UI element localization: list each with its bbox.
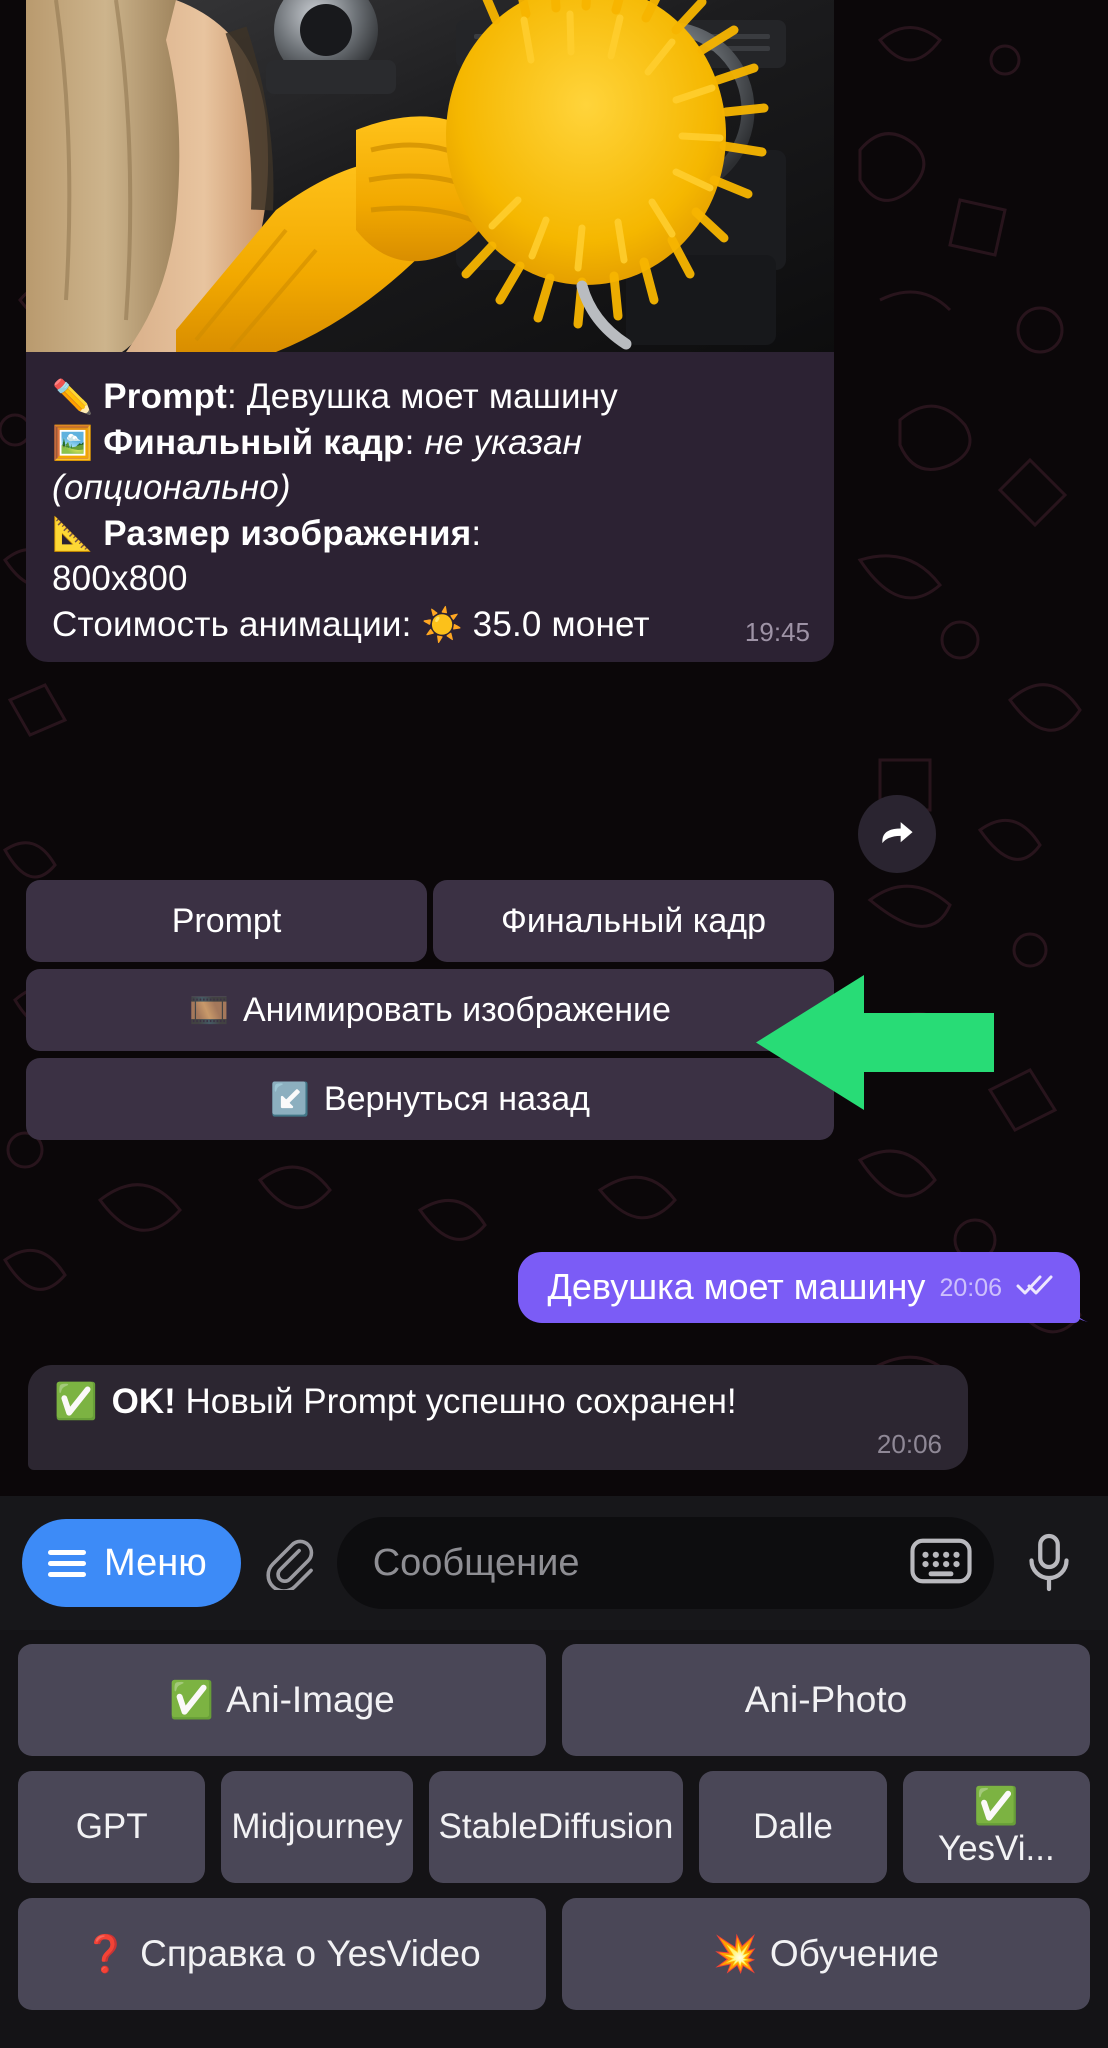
- cost-label: Стоимость анимации:: [52, 604, 412, 644]
- reply-keyboard: ✅ Ani-Image Ani-Photo GPT Midjourney Sta…: [0, 1630, 1108, 2048]
- user-message-bubble[interactable]: Девушка моет машину 20:06: [517, 1252, 1088, 1324]
- reply-button-stablediffusion-label: StableDiffusion: [438, 1807, 674, 1847]
- reply-button-ani-image-label: Ani-Image: [226, 1679, 395, 1721]
- user-message-text: Девушка моет машину: [547, 1266, 926, 1307]
- framed-picture-icon: 🖼️: [52, 423, 94, 461]
- confirmation-rest: Новый Prompt успешно сохранен!: [175, 1382, 737, 1421]
- reply-keyboard-row-1: ✅ Ani-Image Ani-Photo: [18, 1644, 1090, 1756]
- user-message-time: 20:06: [939, 1274, 1002, 1303]
- final-frame-label: Финальный кадр: [103, 422, 405, 462]
- reply-button-dalle[interactable]: Dalle: [699, 1771, 887, 1883]
- forward-button[interactable]: [858, 795, 936, 873]
- inline-keyboard: Prompt Финальный кадр 🎞️ Анимировать изо…: [26, 880, 834, 1147]
- reply-button-midjourney[interactable]: Midjourney: [221, 1771, 413, 1883]
- message-input-field[interactable]: Сообщение: [336, 1517, 994, 1609]
- prompt-line: ✏️ Prompt: Девушка моет машину: [52, 374, 808, 420]
- question-mark-icon: ❓: [83, 1932, 129, 1974]
- generated-photo[interactable]: [26, 0, 834, 352]
- confirmation-message-bubble[interactable]: ✅ OK! Новый Prompt успешно сохранен! 20:…: [28, 1365, 968, 1470]
- reply-button-training-label: Обучение: [769, 1933, 940, 1975]
- check-mark-button-icon: ✅: [54, 1382, 98, 1421]
- paperclip-icon: [266, 1539, 313, 1590]
- confirmation-message-time: 20:06: [876, 1429, 942, 1459]
- inline-keyboard-row-3: ↙️ Вернуться назад: [26, 1058, 834, 1140]
- sun-icon: ☀️: [421, 605, 463, 643]
- film-frames-icon: 🎞️: [189, 992, 229, 1028]
- down-left-arrow-icon: ↙️: [270, 1081, 310, 1117]
- reply-button-ani-photo-label: Ani-Photo: [744, 1679, 908, 1721]
- telegram-chat-screen: ✏️ Prompt: Девушка моет машину 🖼️ Финаль…: [0, 0, 1108, 2048]
- final-frame-sep: :: [404, 422, 425, 462]
- inline-button-animate-image-label: Анимировать изображение: [242, 990, 671, 1029]
- confirmation-bold-part: OK!: [111, 1382, 176, 1421]
- reply-button-ani-image[interactable]: ✅ Ani-Image: [18, 1644, 546, 1756]
- cost-value: 35.0: [472, 604, 542, 644]
- reply-button-midjourney-label: Midjourney: [231, 1807, 403, 1847]
- image-size-line: 📐 Размер изображения: 800x800: [52, 511, 808, 602]
- image-size-label: Размер изображения: [103, 513, 472, 553]
- image-size-sep: :: [471, 513, 482, 553]
- reply-keyboard-row-2: GPT Midjourney StableDiffusion Dalle ✅ Y…: [18, 1771, 1091, 1883]
- keyboard-icon: [910, 1538, 972, 1583]
- prompt-value: Девушка моет машину: [246, 377, 619, 416]
- reply-button-gpt[interactable]: GPT: [18, 1771, 206, 1883]
- inline-keyboard-row-2: 🎞️ Анимировать изображение: [26, 969, 834, 1051]
- collision-icon: 💥: [712, 1932, 758, 1974]
- reply-button-dalle-label: Dalle: [753, 1807, 833, 1847]
- reply-button-ani-photo[interactable]: Ani-Photo: [562, 1644, 1090, 1756]
- reply-keyboard-row-3: ❓ Справка о YesVideo 💥 Обучение: [18, 1898, 1090, 2010]
- reply-button-training[interactable]: 💥 Обучение: [562, 1898, 1090, 2010]
- image-size-value: 800x800: [52, 559, 188, 598]
- reply-button-help-yesvideo-label: Справка о YesVideo: [140, 1933, 481, 1975]
- reply-button-yesvideo[interactable]: ✅ YesVi...: [902, 1771, 1091, 1883]
- bubble-tail: [1064, 1295, 1088, 1323]
- forward-arrow-icon: [882, 822, 913, 844]
- cost-unit: монет: [551, 604, 650, 644]
- hamburger-icon: [48, 1549, 86, 1577]
- confirmation-text-row: ✅ OK! Новый Prompt успешно сохранен!: [54, 1381, 942, 1423]
- inline-button-animate-image[interactable]: 🎞️ Анимировать изображение: [26, 969, 834, 1051]
- read-receipt-icon: [1016, 1273, 1054, 1307]
- prompt-sep: :: [226, 377, 247, 416]
- prompt-label: Prompt: [103, 377, 227, 416]
- pencil-icon: ✏️: [52, 378, 94, 415]
- menu-button-label: Меню: [104, 1541, 207, 1584]
- reply-button-help-yesvideo[interactable]: ❓ Справка о YesVideo: [18, 1898, 546, 2010]
- menu-button[interactable]: Меню: [22, 1519, 241, 1607]
- annotation-arrow: [756, 975, 994, 1110]
- inline-keyboard-row-1: Prompt Финальный кадр: [26, 880, 834, 962]
- inline-button-final-frame[interactable]: Финальный кадр: [433, 880, 834, 962]
- message-placeholder: Сообщение: [372, 1541, 580, 1584]
- reply-button-stablediffusion[interactable]: StableDiffusion: [428, 1771, 684, 1883]
- reply-button-yesvideo-label: YesVi...: [937, 1828, 1055, 1868]
- bot-message-time: 19:45: [744, 617, 810, 647]
- triangular-ruler-icon: 📐: [52, 514, 94, 552]
- inline-button-prompt-label: Prompt: [171, 901, 282, 940]
- message-input-bar: Меню Сообщение: [0, 1496, 1108, 1630]
- check-mark-button-icon: ✅: [169, 1678, 215, 1720]
- attach-button[interactable]: [259, 1536, 319, 1590]
- keyboard-toggle-button[interactable]: [910, 1537, 972, 1590]
- reply-button-gpt-label: GPT: [75, 1807, 148, 1847]
- bot-message-bubble[interactable]: ✏️ Prompt: Девушка моет машину 🖼️ Финаль…: [26, 0, 834, 662]
- inline-button-prompt[interactable]: Prompt: [26, 880, 427, 962]
- inline-button-go-back[interactable]: ↙️ Вернуться назад: [26, 1058, 834, 1140]
- message-text: ✏️ Prompt: Девушка моет машину 🖼️ Финаль…: [26, 352, 834, 661]
- microphone-icon: [1029, 1533, 1069, 1592]
- voice-record-button[interactable]: [1012, 1533, 1086, 1593]
- check-mark-button-icon: ✅: [973, 1785, 1019, 1827]
- inline-button-final-frame-label: Финальный кадр: [500, 901, 766, 940]
- inline-button-go-back-label: Вернуться назад: [323, 1079, 590, 1118]
- final-frame-line: 🖼️ Финальный кадр: не указан (опциональн…: [52, 420, 808, 511]
